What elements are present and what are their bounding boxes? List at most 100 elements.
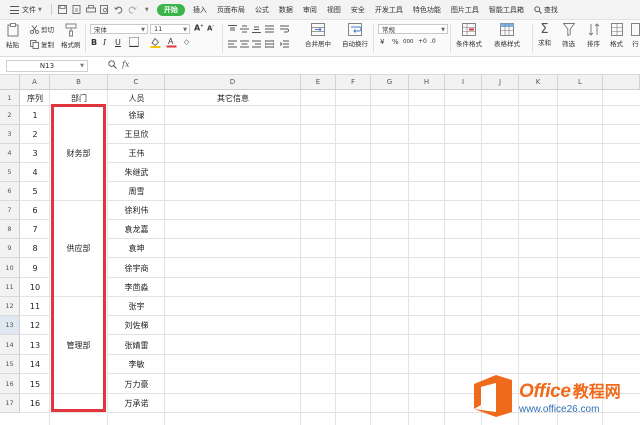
format-painter-button[interactable]: 格式刷 [61, 23, 81, 49]
tab-view[interactable]: 视图 [322, 0, 346, 20]
tab-insert[interactable]: 插入 [188, 0, 212, 20]
row-header-6[interactable]: 6 [0, 182, 20, 201]
paste-button[interactable]: 粘贴 [6, 23, 19, 49]
font-size-select[interactable]: 11 ▼ [150, 24, 190, 34]
person-cell[interactable]: 袁龙嘉 [108, 220, 165, 239]
person-cell[interactable]: 张宇 [108, 297, 165, 316]
copy-button[interactable]: 复制 [30, 39, 54, 49]
border-icon[interactable] [129, 37, 139, 49]
merge-center-button[interactable]: 合并居中 [305, 23, 331, 48]
print-preview-icon[interactable] [100, 5, 110, 15]
align-left-icon[interactable] [228, 40, 237, 48]
seq-cell[interactable]: 11 [20, 297, 50, 316]
tab-start[interactable]: 开始 [156, 3, 185, 16]
row-header-3[interactable]: 3 [0, 125, 20, 144]
print-icon[interactable] [85, 5, 96, 15]
row-header-14[interactable]: 14 [0, 335, 20, 355]
header-dept[interactable]: 部门 [50, 90, 108, 106]
seq-cell[interactable]: 6 [20, 201, 50, 220]
seq-cell[interactable]: 14 [20, 355, 50, 374]
decrease-font-icon[interactable]: A- [207, 23, 214, 32]
column-header-i[interactable]: I [445, 75, 482, 90]
align-right-icon[interactable] [252, 40, 261, 48]
conditional-format-button[interactable]: 条件格式 [456, 23, 482, 48]
tab-developer[interactable]: 开发工具 [370, 0, 408, 20]
column-header-e[interactable]: E [301, 75, 336, 90]
row-header-4[interactable]: 4 [0, 144, 20, 163]
row-header-8[interactable]: 8 [0, 220, 20, 239]
tab-page-layout[interactable]: 页面布局 [212, 0, 250, 20]
person-cell[interactable]: 徐宇商 [108, 258, 165, 278]
row-header-15[interactable]: 15 [0, 355, 20, 374]
bold-icon[interactable]: B [91, 38, 97, 47]
person-cell[interactable]: 李茴淼 [108, 278, 165, 297]
search-box[interactable]: 查找 [529, 0, 563, 20]
name-box[interactable]: N13 ▼ [6, 60, 88, 72]
zoom-icon[interactable] [108, 60, 117, 71]
person-cell[interactable]: 袁坤 [108, 239, 165, 258]
tab-features[interactable]: 特色功能 [408, 0, 446, 20]
increase-font-icon[interactable]: A+ [194, 23, 204, 33]
rows-cols-button[interactable]: 行 [631, 23, 640, 48]
number-format-select[interactable]: 常规 ▼ [378, 24, 448, 34]
align-top-icon[interactable] [228, 25, 237, 33]
export-pdf-icon[interactable] [72, 5, 82, 15]
row-header-10[interactable]: 10 [0, 258, 20, 278]
seq-cell[interactable]: 13 [20, 335, 50, 355]
align-justify-icon[interactable] [265, 25, 274, 33]
distributed-align-icon[interactable] [265, 40, 274, 48]
row-header-7[interactable]: 7 [0, 201, 20, 220]
person-cell[interactable]: 李敏 [108, 355, 165, 374]
dept-merged-cell[interactable]: 管理部 [50, 297, 107, 393]
undo-icon[interactable] [114, 5, 124, 15]
row-header-5[interactable]: 5 [0, 163, 20, 182]
align-middle-icon[interactable] [240, 25, 249, 33]
formula-input[interactable] [136, 60, 634, 72]
dept-merged-cell[interactable]: 供应部 [50, 201, 107, 296]
column-header-l[interactable]: L [558, 75, 603, 90]
seq-cell[interactable]: 3 [20, 144, 50, 163]
italic-icon[interactable]: I [103, 38, 106, 47]
header-seq[interactable]: 序列 [20, 90, 50, 106]
currency-button[interactable]: ¥ [380, 38, 384, 46]
row-header-9[interactable]: 9 [0, 239, 20, 258]
seq-cell[interactable]: 4 [20, 163, 50, 182]
seq-cell[interactable]: 16 [20, 394, 50, 413]
seq-cell[interactable]: 1 [20, 106, 50, 125]
seq-cell[interactable]: 7 [20, 220, 50, 239]
increase-decimal-icon[interactable]: +0 [418, 38, 427, 45]
person-cell[interactable]: 徐利伟 [108, 201, 165, 220]
align-bottom-icon[interactable] [252, 25, 261, 33]
font-name-select[interactable]: 宋体 ▼ [90, 24, 148, 34]
seq-cell[interactable]: 9 [20, 258, 50, 278]
table-style-button[interactable]: 表格样式 [494, 23, 520, 48]
header-person[interactable]: 人员 [108, 90, 165, 106]
column-header-b[interactable]: B [50, 75, 108, 90]
column-header-h[interactable]: H [409, 75, 445, 90]
seq-cell[interactable]: 5 [20, 182, 50, 201]
person-cell[interactable]: 朱继武 [108, 163, 165, 182]
person-cell[interactable]: 王旦欣 [108, 125, 165, 144]
person-cell[interactable]: 刘佐梯 [108, 316, 165, 335]
row-header-17[interactable]: 17 [0, 394, 20, 413]
tab-data[interactable]: 数据 [274, 0, 298, 20]
row-header-11[interactable]: 11 [0, 278, 20, 297]
select-all-corner[interactable] [0, 75, 20, 90]
wrap-text-button[interactable]: 自动换行 [342, 23, 368, 48]
person-cell[interactable]: 徐琭 [108, 106, 165, 125]
column-header-d[interactable]: D [165, 75, 301, 90]
customize-toolbar-icon[interactable]: ▼ [142, 5, 152, 15]
person-cell[interactable]: 周雪 [108, 182, 165, 201]
sum-button[interactable]: Σ 求和 [538, 23, 551, 48]
fx-icon[interactable]: fx [122, 60, 129, 69]
thousands-button[interactable]: 000 [403, 39, 414, 45]
font-color-icon[interactable]: A [166, 36, 177, 50]
column-header-c[interactable]: C [108, 75, 165, 90]
column-header-f[interactable]: F [336, 75, 371, 90]
fill-color-icon[interactable] [150, 37, 161, 50]
column-header-k[interactable]: K [519, 75, 558, 90]
tab-picture-tools[interactable]: 图片工具 [446, 0, 484, 20]
seq-cell[interactable]: 15 [20, 374, 50, 394]
decrease-decimal-icon[interactable]: .0 [430, 38, 436, 45]
seq-cell[interactable]: 8 [20, 239, 50, 258]
